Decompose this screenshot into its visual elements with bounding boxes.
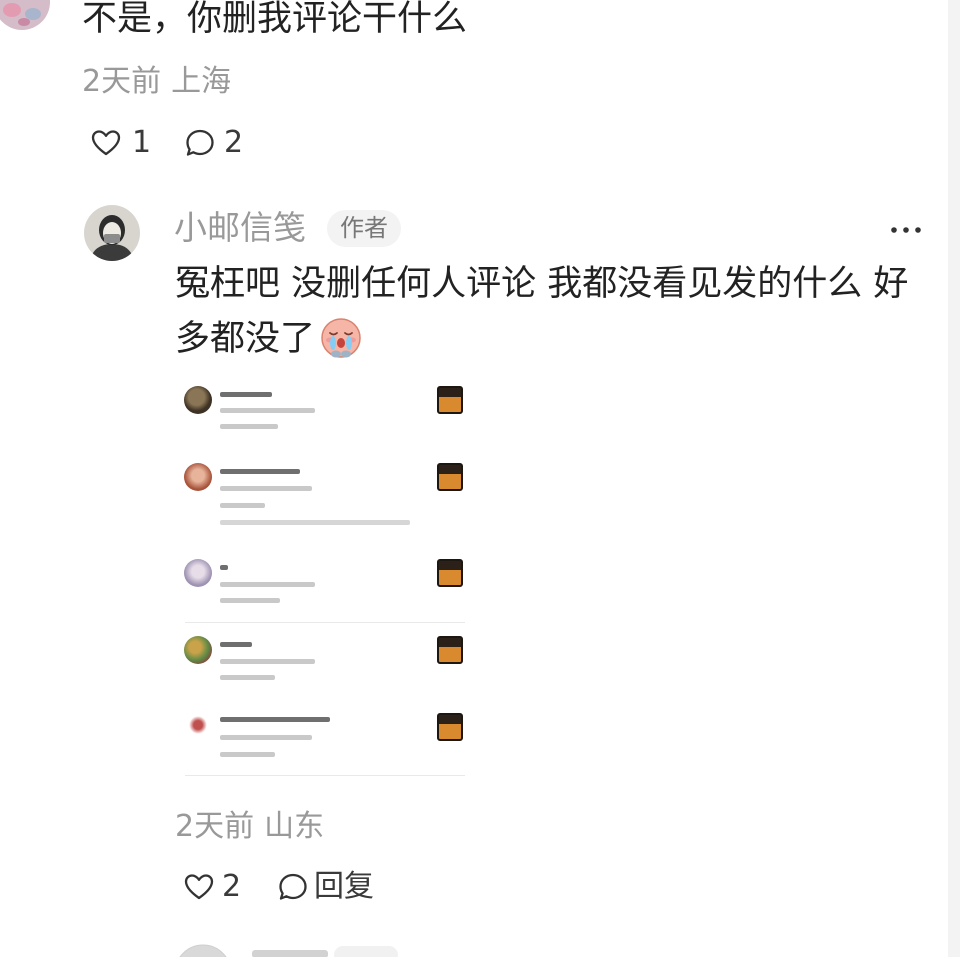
comment-location: 上海 bbox=[171, 64, 232, 99]
reply-time: 2天前 bbox=[175, 809, 255, 844]
comment-text: 不是，你删我评论干什么 bbox=[82, 0, 468, 39]
attachment-text-line bbox=[220, 642, 252, 647]
more-dots-icon[interactable] bbox=[889, 222, 923, 238]
comment-bubble-icon[interactable] bbox=[184, 127, 216, 159]
attachment-text-line bbox=[220, 520, 410, 525]
attachment-thumbnail bbox=[437, 463, 463, 491]
reply-like-count: 2 bbox=[222, 869, 242, 904]
attachment-text-line bbox=[220, 486, 312, 491]
attachment-text-line bbox=[220, 503, 265, 508]
attachment-row bbox=[175, 711, 470, 781]
attachment-avatar bbox=[184, 711, 212, 739]
reply-meta: 2天前 山东 bbox=[175, 809, 324, 845]
attachment-text-line bbox=[220, 598, 280, 603]
attachment-row bbox=[175, 559, 470, 629]
comment-time: 2天前 bbox=[82, 64, 162, 99]
attachment-avatar bbox=[184, 386, 212, 414]
attachment-avatar bbox=[184, 463, 212, 491]
next-comment-avatar[interactable] bbox=[174, 944, 232, 957]
comment-like-button[interactable]: 1 bbox=[90, 125, 151, 161]
comment-thread: 不是，你删我评论干什么 2天前 上海 1 2 小邮信笺 作者 冤枉吧 没删任何人… bbox=[0, 0, 960, 957]
heart-outline-icon[interactable] bbox=[90, 127, 122, 159]
attachment-text-line bbox=[220, 565, 228, 570]
attachment-text-line bbox=[220, 752, 275, 757]
commenter-avatar[interactable] bbox=[0, 0, 52, 30]
reply-text: 冤枉吧 没删任何人评论 我都没看见发的什么 好多都没了 bbox=[175, 264, 909, 359]
attachment-avatar bbox=[184, 559, 212, 587]
reply-label: 回复 bbox=[314, 869, 374, 904]
reply-author-name[interactable]: 小邮信笺 bbox=[174, 209, 306, 247]
next-comment-header bbox=[252, 946, 398, 957]
heart-outline-icon[interactable] bbox=[183, 871, 215, 903]
attachment-thumbnail bbox=[437, 386, 463, 414]
reply-author-avatar[interactable] bbox=[84, 205, 140, 261]
attachment-divider bbox=[185, 775, 465, 776]
attachment-text-line bbox=[220, 735, 312, 740]
attachment-text-line bbox=[220, 392, 272, 397]
scrollbar-track[interactable] bbox=[948, 0, 960, 957]
comment-meta: 2天前 上海 bbox=[82, 64, 231, 100]
attachment-text-line bbox=[220, 469, 300, 474]
comment-reply-count-button[interactable]: 2 bbox=[184, 125, 243, 161]
attachment-text-line bbox=[220, 675, 275, 680]
attached-image[interactable] bbox=[175, 378, 470, 778]
reply-text-block: 冤枉吧 没删任何人评论 我都没看见发的什么 好多都没了 bbox=[175, 257, 913, 367]
comment-bubble-icon[interactable] bbox=[277, 871, 309, 903]
attachment-thumbnail bbox=[437, 713, 463, 741]
comment-like-count: 1 bbox=[132, 125, 152, 160]
attachment-text-line bbox=[220, 408, 315, 413]
attachment-text-line bbox=[220, 659, 315, 664]
attachment-thumbnail bbox=[437, 636, 463, 664]
reply-button[interactable]: 回复 bbox=[277, 869, 374, 905]
reply-like-button[interactable]: 2 bbox=[183, 869, 241, 905]
attachment-text-line bbox=[220, 717, 330, 722]
comment-reply-count: 2 bbox=[224, 125, 244, 160]
attachment-avatar bbox=[184, 636, 212, 664]
attachment-row bbox=[175, 463, 470, 533]
crying-sticker-icon bbox=[321, 318, 361, 358]
reply-location: 山东 bbox=[264, 809, 325, 844]
attachment-text-line bbox=[220, 424, 278, 429]
attachment-thumbnail bbox=[437, 559, 463, 587]
attachment-divider bbox=[185, 622, 465, 623]
attachment-row bbox=[175, 386, 470, 456]
author-badge: 作者 bbox=[327, 210, 401, 247]
attachment-text-line bbox=[220, 582, 315, 587]
attachment-row bbox=[175, 636, 470, 706]
